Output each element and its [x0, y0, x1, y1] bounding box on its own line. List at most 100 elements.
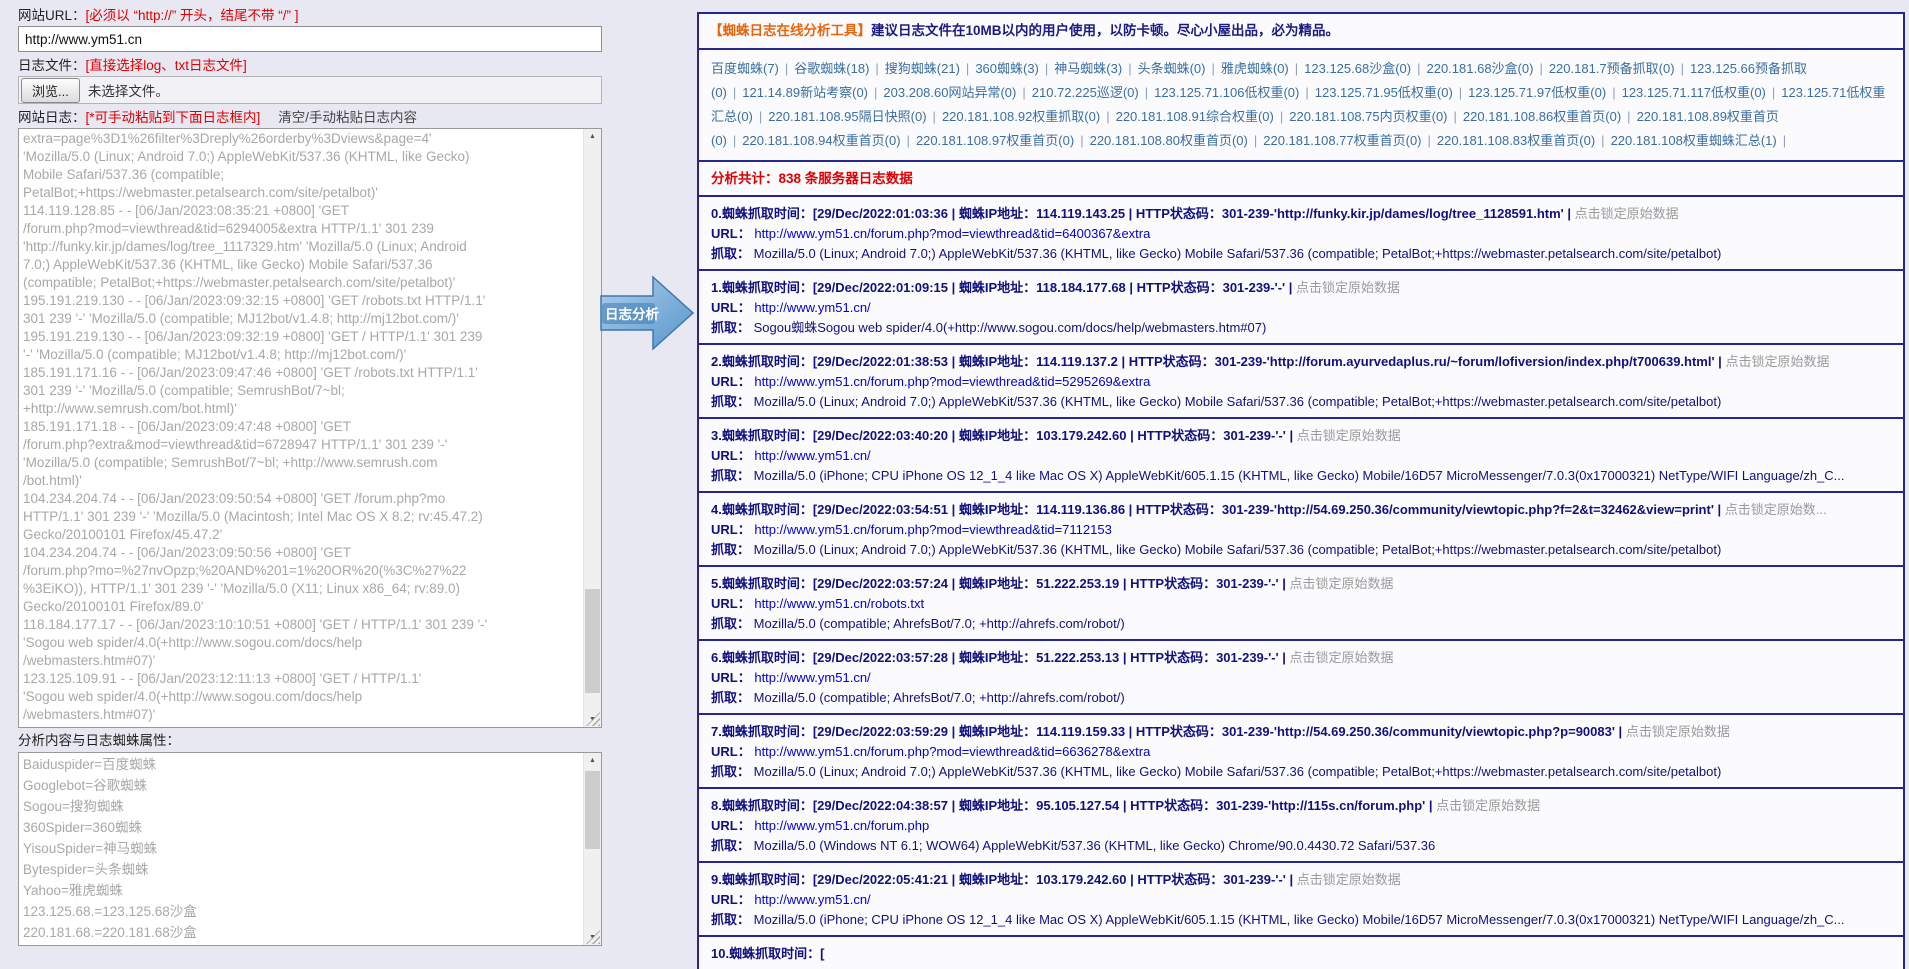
entry-meta-text: 4.蜘蛛抓取时间：[29/Dec/2022:03:54:51 | 蜘蛛IP地址：… [711, 502, 1725, 517]
entry-meta-text: 10.蜘蛛抓取时间：[ [711, 946, 824, 961]
spider-stat-link[interactable]: 123.125.71.106低权重(0) [1154, 85, 1299, 100]
clear-paste-log-link[interactable]: 清空/手动粘贴日志内容 [278, 110, 417, 125]
spider-stat-link[interactable]: 123.125.71.95低权重(0) [1315, 85, 1453, 100]
lock-raw-data-link[interactable]: 点击锁定原始数据 [1296, 280, 1400, 295]
entry-url-link[interactable]: http://www.ym51.cn/ [754, 670, 870, 685]
lock-raw-data-link[interactable]: 点击锁定原始数据 [1297, 872, 1401, 887]
site-log-label-row: 网站日志：[*可手动粘贴到下面日志框内]清空/手动粘贴日志内容 [18, 108, 602, 128]
site-log-textarea[interactable]: extra=page%3D1%26filter%3Dreply%26orderb… [19, 129, 583, 728]
spider-stat-link[interactable]: 360蜘蛛(3) [975, 61, 1039, 76]
spider-stat-link[interactable]: 123.125.71.117低权重(0) [1622, 85, 1766, 100]
log-file-input[interactable]: 浏览... 未选择文件。 [18, 76, 602, 104]
spider-stat-link[interactable]: 头条蜘蛛(0) [1138, 61, 1206, 76]
entry-url-link[interactable]: http://www.ym51.cn/ [754, 300, 870, 315]
stat-separator: | [1080, 133, 1083, 148]
spider-stat-link[interactable]: 百度蜘蛛(7) [711, 61, 779, 76]
entry-url-link[interactable]: http://www.ym51.cn/forum.php [754, 818, 929, 833]
lock-raw-data-link[interactable]: 点击锁定原始数据 [1725, 354, 1829, 369]
spider-stat-link[interactable]: 123.125.71.97低权重(0) [1468, 85, 1606, 100]
stat-separator: | [1459, 85, 1462, 100]
spider-stat-link[interactable]: 220.181.68沙盒(0) [1426, 61, 1533, 76]
entry-meta-text: 7.蜘蛛抓取时间：[29/Dec/2022:03:59:29 | 蜘蛛IP地址：… [711, 724, 1626, 739]
lock-raw-data-link[interactable]: 点击锁定原始数据 [1436, 798, 1540, 813]
log-entry: 8.蜘蛛抓取时间：[29/Dec/2022:04:38:57 | 蜘蛛IP地址：… [699, 789, 1903, 863]
stat-separator: | [785, 61, 788, 76]
spider-stat-link[interactable]: 雅虎蜘蛛(0) [1221, 61, 1289, 76]
lock-raw-data-link[interactable]: 点击锁定原始数据 [1289, 650, 1393, 665]
log-file-label-row: 日志文件：[直接选择log、txt日志文件] [18, 56, 602, 76]
entry-user-agent-text: Mozilla/5.0 (Linux; Android 7.0;) AppleW… [754, 246, 1722, 261]
site-url-input[interactable] [18, 26, 602, 52]
url-field-label: URL： [711, 522, 751, 537]
log-entry: 2.蜘蛛抓取时间：[29/Dec/2022:01:38:53 | 蜘蛛IP地址：… [699, 345, 1903, 419]
entry-url-link[interactable]: http://www.ym51.cn/forum.php?mod=viewthr… [754, 374, 1150, 389]
stat-separator: | [933, 109, 936, 124]
log-entry: 1.蜘蛛抓取时间：[29/Dec/2022:01:09:15 | 蜘蛛IP地址：… [699, 271, 1903, 345]
spider-stat-link[interactable]: 神马蜘蛛(3) [1054, 61, 1122, 76]
entry-meta-text: 8.蜘蛛抓取时间：[29/Dec/2022:04:38:57 | 蜘蛛IP地址：… [711, 798, 1436, 813]
entry-url-link[interactable]: http://www.ym51.cn/forum.php?mod=viewthr… [754, 522, 1111, 537]
log-scrollbar[interactable]: ▲ ▼ [583, 129, 601, 727]
spider-stat-link[interactable]: 123.125.68沙盒(0) [1304, 61, 1411, 76]
stat-separator: | [1772, 85, 1775, 100]
entry-meta-text: 5.蜘蛛抓取时间：[29/Dec/2022:03:57:24 | 蜘蛛IP地址：… [711, 576, 1289, 591]
stat-separator: | [1454, 109, 1457, 124]
site-log-hint: [*可手动粘贴到下面日志框内] [86, 110, 261, 125]
entry-user-agent-text: Mozilla/5.0 (Linux; Android 7.0;) AppleW… [754, 394, 1722, 409]
attr-scrollbar[interactable]: ▲ ▼ [583, 753, 601, 945]
spider-stat-link[interactable]: 谷歌蜘蛛(18) [794, 61, 869, 76]
ua-field-label: 抓取： [711, 246, 750, 261]
spider-stat-link[interactable]: 210.72.225巡逻(0) [1032, 85, 1139, 100]
entry-url-link[interactable]: http://www.ym51.cn/ [754, 892, 870, 907]
analysis-results-panel: 【蜘蛛日志在线分析工具】建议日志文件在10MB以内的用户使用，以防卡顿。尽心小屋… [697, 12, 1905, 969]
spider-stat-link[interactable]: 220.181.108.83权重首页(0) [1437, 133, 1595, 148]
spider-stat-link[interactable]: 220.181.108.75内页权重(0) [1289, 109, 1447, 124]
ua-field-label: 抓取： [711, 616, 750, 631]
scroll-up-icon[interactable]: ▲ [584, 129, 601, 144]
spider-stat-link[interactable]: 搜狗蜘蛛(21) [885, 61, 960, 76]
site-log-textarea-frame: extra=page%3D1%26filter%3Dreply%26orderb… [18, 128, 602, 728]
url-field-label: URL： [711, 670, 751, 685]
spider-stat-link[interactable]: 220.181.108权重蜘蛛汇总(1) [1611, 133, 1777, 148]
url-field-label: URL： [711, 596, 751, 611]
entry-url-link[interactable]: http://www.ym51.cn/forum.php?mod=viewthr… [754, 226, 1150, 241]
ua-field-label: 抓取： [711, 690, 750, 705]
spider-stat-link[interactable]: 220.181.108.95隔日快照(0) [768, 109, 926, 124]
spider-stat-link[interactable]: 220.181.108.91综合权重(0) [1116, 109, 1274, 124]
entry-url-link[interactable]: http://www.ym51.cn/forum.php?mod=viewthr… [754, 744, 1150, 759]
lock-raw-data-link[interactable]: 点击锁定原始数据 [1297, 428, 1401, 443]
entry-url-link[interactable]: http://www.ym51.cn/robots.txt [754, 596, 924, 611]
entry-url-link[interactable]: http://www.ym51.cn/ [754, 448, 870, 463]
entry-user-agent-text: Mozilla/5.0 (Linux; Android 7.0;) AppleW… [754, 542, 1722, 557]
spider-attr-textarea[interactable]: Baiduspider=百度蜘蛛 Googlebot=谷歌蜘蛛 Sogou=搜狗… [19, 753, 583, 946]
stat-separator: | [1417, 61, 1420, 76]
entry-meta-text: 0.蜘蛛抓取时间：[29/Dec/2022:01:03:36 | 蜘蛛IP地址：… [711, 206, 1575, 221]
entry-user-agent-text: Sogou蜘蛛Sogou web spider/4.0(+http://www.… [754, 320, 1267, 335]
browse-button[interactable]: 浏览... [21, 78, 80, 103]
lock-raw-data-link[interactable]: 点击锁定原始数据 [1575, 206, 1679, 221]
spider-stat-link[interactable]: 121.14.89新站考察(0) [742, 85, 868, 100]
stat-separator: | [759, 109, 762, 124]
entry-meta-text: 2.蜘蛛抓取时间：[29/Dec/2022:01:38:53 | 蜘蛛IP地址：… [711, 354, 1725, 369]
entry-meta-text: 3.蜘蛛抓取时间：[29/Dec/2022:03:40:20 | 蜘蛛IP地址：… [711, 428, 1297, 443]
spider-stat-link[interactable]: 220.181.108.86权重首页(0) [1463, 109, 1621, 124]
tool-name: 【蜘蛛日志在线分析工具】 [709, 23, 871, 38]
lock-raw-data-link[interactable]: 点击锁定原始数... [1725, 502, 1827, 517]
scrollbar-thumb[interactable] [585, 771, 600, 849]
spider-stat-link[interactable]: 220.181.108.77权重首页(0) [1263, 133, 1421, 148]
scrollbar-thumb[interactable] [585, 589, 600, 693]
stat-separator: | [1681, 61, 1684, 76]
analyze-log-button[interactable]: 日志分析 [599, 272, 696, 354]
lock-raw-data-link[interactable]: 点击锁定原始数据 [1289, 576, 1393, 591]
stat-separator: | [1305, 85, 1308, 100]
lock-raw-data-link[interactable]: 点击锁定原始数据 [1626, 724, 1730, 739]
spider-stat-link[interactable]: 220.181.7预备抓取(0) [1549, 61, 1675, 76]
spider-stat-link[interactable]: 220.181.108.92权重抓取(0) [942, 109, 1100, 124]
log-entry: 9.蜘蛛抓取时间：[29/Dec/2022:05:41:21 | 蜘蛛IP地址：… [699, 863, 1903, 937]
spider-stat-link[interactable]: 203.208.60网站异常(0) [883, 85, 1016, 100]
spider-stat-link[interactable]: 220.181.108.80权重首页(0) [1090, 133, 1248, 148]
spider-stat-link[interactable]: 220.181.108.94权重首页(0) [742, 133, 900, 148]
spider-stat-link[interactable]: 220.181.108.97权重首页(0) [916, 133, 1074, 148]
stat-separator: | [1601, 133, 1604, 148]
scroll-up-icon[interactable]: ▲ [584, 753, 601, 768]
